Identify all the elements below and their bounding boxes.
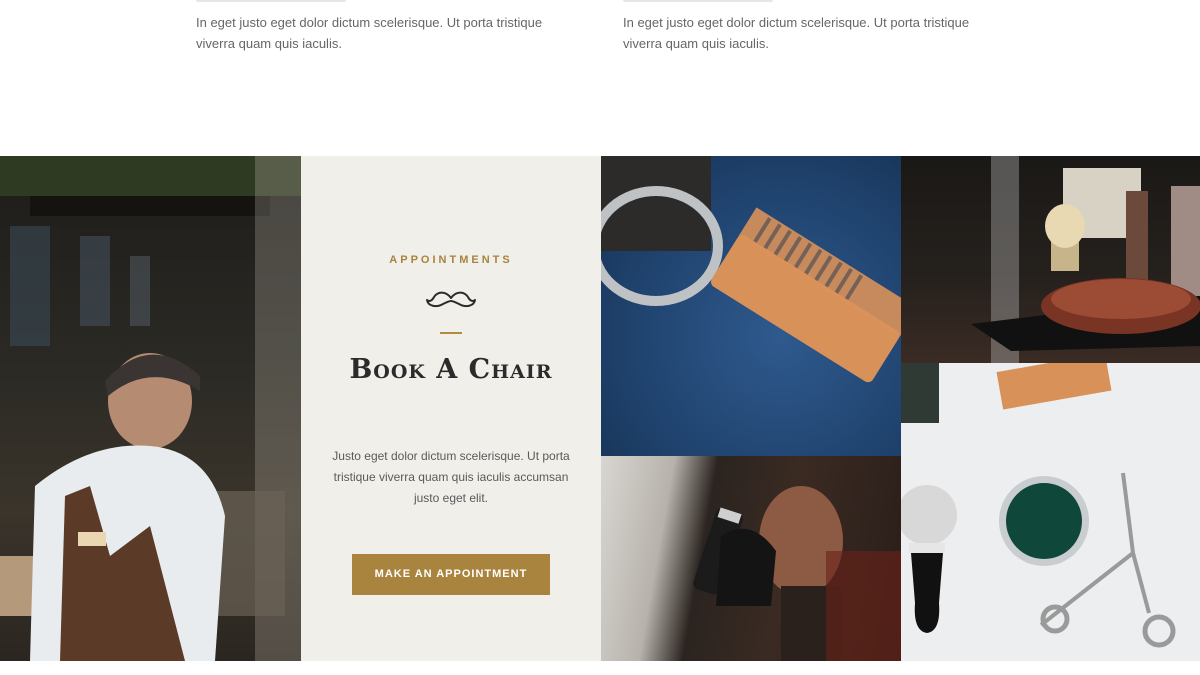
appointment-card: APPOINTMENTS Book A Chair Justo eget dol… bbox=[301, 156, 601, 661]
comb-illustration bbox=[601, 156, 901, 383]
make-appointment-button[interactable]: MAKE AN APPOINTMENT bbox=[352, 554, 550, 595]
haircut-photo bbox=[601, 456, 901, 661]
barber-photo bbox=[0, 156, 301, 661]
intro-section: In eget justo eget dolor dictum sceleris… bbox=[0, 0, 1200, 156]
shaving-kit-illustration bbox=[971, 156, 1200, 363]
card-title: Book A Chair bbox=[349, 354, 553, 385]
barber-illustration bbox=[0, 156, 301, 661]
appointments-eyebrow: APPOINTMENTS bbox=[389, 254, 513, 266]
column-heading-cut bbox=[196, 0, 346, 2]
mustache-icon bbox=[426, 291, 476, 308]
haircut-illustration bbox=[693, 486, 901, 661]
bottom-spacer bbox=[0, 661, 1200, 675]
gallery-section: APPOINTMENTS Book A Chair Justo eget dol… bbox=[0, 156, 1200, 661]
intro-column-text: In eget justo eget dolor dictum sceleris… bbox=[196, 15, 543, 51]
intro-column-text: In eget justo eget dolor dictum sceleris… bbox=[623, 15, 970, 51]
column-heading-cut bbox=[623, 0, 773, 2]
shaving-kit-photo bbox=[901, 156, 1200, 363]
grooming-tools-photo bbox=[901, 363, 1200, 661]
grooming-tools-illustration bbox=[901, 363, 1176, 648]
card-description: Justo eget dolor dictum scelerisque. Ut … bbox=[332, 449, 570, 505]
comb-photo bbox=[601, 156, 901, 456]
title-divider bbox=[440, 332, 462, 334]
